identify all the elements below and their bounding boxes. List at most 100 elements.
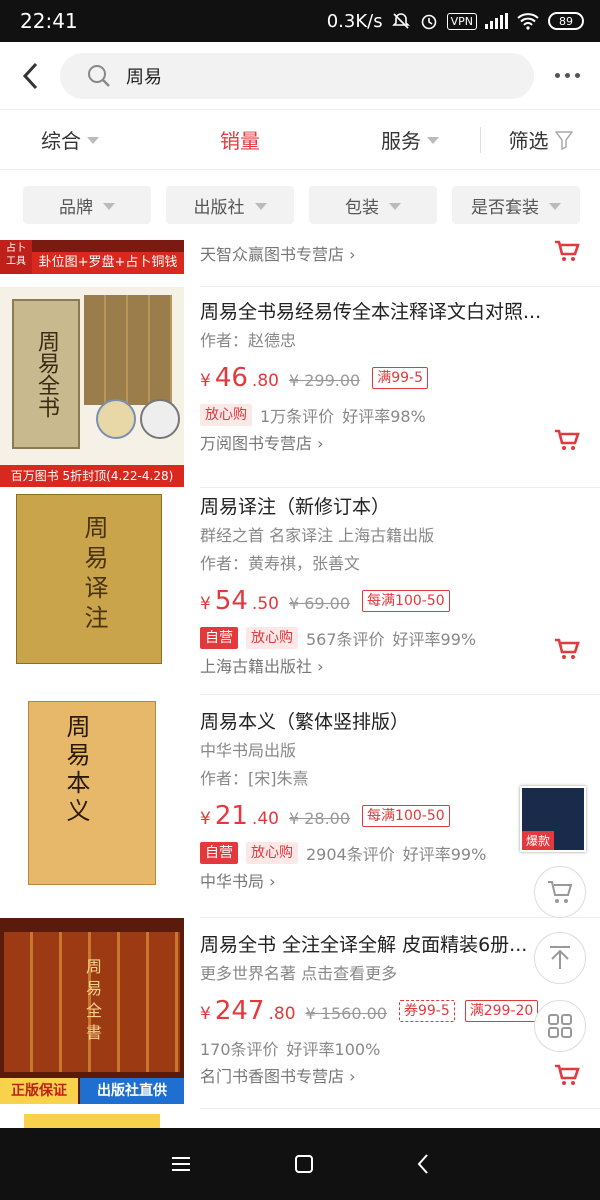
back-nav-icon[interactable] (416, 1153, 430, 1175)
list-item[interactable]: 周易全书 百万图书 5折封顶(4.22-4.28) 周易全书易经易传全本注释译文… (0, 287, 600, 487)
home-icon[interactable] (293, 1153, 315, 1175)
product-subtitle: 中华书局出版 (200, 741, 297, 760)
dropdown-arrow-icon (549, 202, 561, 210)
add-to-cart-icon[interactable] (554, 1064, 580, 1086)
original-price: ¥ 28.00 (288, 809, 351, 828)
search-icon (88, 64, 110, 87)
price-row: ¥54.50 ¥ 69.00 每满100-50 (200, 578, 590, 624)
shop-link[interactable]: 万阅图书专营店 › (200, 429, 590, 459)
book-cover-title: 周易译注 (80, 515, 108, 635)
tag-safe-buy: 放心购 (246, 627, 298, 649)
sort-service[interactable]: 服务 (340, 110, 480, 170)
price-integer: 46 (214, 363, 248, 393)
grid-view-button[interactable] (534, 1000, 586, 1052)
price-decimal: .40 (251, 809, 279, 829)
product-info: 天智众赢图书专营店 › (200, 240, 590, 270)
more-dot-icon (564, 73, 570, 78)
search-query: 周易 (126, 66, 162, 88)
product-thumbnail: 占卜 工具 卦位图+罗盘+占卜铜钱 (0, 240, 184, 274)
list-item[interactable]: 周易译注 周易译注（新修订本） 群经之首 名家译注 上海古籍出版 作者：黄寿祺，… (0, 488, 600, 694)
chevron-right-icon: › (317, 657, 324, 676)
more-menu-button[interactable] (534, 42, 600, 110)
back-button[interactable] (0, 42, 60, 110)
shop-name: 名门书香图书专营店 (200, 1067, 345, 1086)
original-price: ¥ 1560.00 (305, 1004, 387, 1023)
floating-cart-button[interactable] (534, 866, 586, 918)
product-title[interactable]: 周易全书 全注全译全解 皮面精装6册... (200, 930, 550, 960)
compass-art (96, 399, 136, 439)
chevron-right-icon: › (349, 1067, 356, 1086)
currency-symbol: ¥ (200, 371, 211, 391)
dropdown-arrow-icon (254, 202, 267, 210)
floating-ad[interactable]: 爆款 (520, 786, 586, 852)
shop-link[interactable]: 天智众赢图书专营店 › (200, 240, 590, 270)
sort-comprehensive-label: 综合 (41, 129, 81, 153)
filter-chip-set[interactable]: 是否套装 (452, 186, 580, 224)
product-thumbnail: 周易全書 正版保证 出版社直供 (0, 918, 184, 1104)
search-input[interactable]: 周易 (60, 52, 534, 99)
product-thumbnail: 周易全书 百万图书 5折封顶(4.22-4.28) (0, 287, 184, 487)
sort-comprehensive[interactable]: 综合 (0, 110, 140, 170)
tag-self-operated: 自营 (200, 627, 238, 649)
filter-funnel-icon (554, 130, 573, 150)
chip-label: 是否套装 (471, 197, 539, 218)
list-item[interactable]: 周易全書 正版保证 出版社直供 周易全书 全注全译全解 皮面精装6册... 更多… (0, 918, 600, 1108)
sort-service-label: 服务 (381, 129, 421, 153)
back-to-top-button[interactable] (534, 932, 586, 984)
tags-row: 170条评价 好评率100% (200, 1034, 590, 1062)
shop-name: 上海古籍出版社 (200, 657, 313, 676)
chip-label: 出版社 (193, 197, 245, 218)
price-integer: 54 (214, 586, 248, 616)
sort-bar: 综合 销量 服务 筛选 (0, 110, 600, 170)
review-count: 170条评价 (200, 1040, 279, 1059)
product-thumbnail: 周易译注 (0, 488, 184, 694)
product-author: 作者：赵德忠 (200, 331, 297, 350)
tags-row: 自营 放心购 567条评价 好评率99% (200, 624, 590, 652)
shop-link[interactable]: 中华书局 › (200, 867, 590, 897)
product-author: 作者：黄寿祺，张善文 (200, 554, 361, 573)
shop-link[interactable]: 上海古籍出版社 › (200, 652, 590, 682)
chip-label: 品牌 (59, 197, 93, 218)
review-count: 2904条评价 (306, 845, 395, 864)
product-list: 占卜 工具 卦位图+罗盘+占卜铜钱 天智众赢图书专营店 › 周易全书 百万图书 … (0, 240, 600, 1128)
chevron-right-icon: › (349, 245, 356, 264)
network-speed: 0.3K/s (326, 10, 383, 32)
status-bar: 22:41 0.3K/s VPN 89 (0, 0, 600, 42)
filter-chip-brand[interactable]: 品牌 (23, 186, 151, 224)
filter-chip-packaging[interactable]: 包装 (309, 186, 437, 224)
grid-icon (548, 1014, 572, 1038)
product-title[interactable]: 周易译注（新修订本） (200, 492, 590, 522)
product-title[interactable]: 周易全书易经易传全本注释译文白对照... (200, 297, 590, 327)
dropdown-arrow-icon (103, 202, 115, 210)
price-decimal: .80 (251, 371, 279, 391)
dropdown-arrow-icon (87, 137, 99, 144)
chevron-right-icon: › (317, 434, 324, 453)
product-info: 周易全书易经易传全本注释译文白对照... 作者：赵德忠 ¥46.80 ¥ 299.… (200, 297, 590, 459)
book-set-art: 周易全書 (4, 932, 180, 1072)
signal-icon (485, 13, 508, 29)
filter-chip-publisher[interactable]: 出版社 (166, 186, 294, 224)
list-item[interactable]: 占卜 工具 卦位图+罗盘+占卜铜钱 天智众赢图书专营店 › (0, 240, 600, 286)
shop-link[interactable]: 名门书香图书专营店 › (200, 1062, 590, 1092)
system-nav-bar (0, 1128, 600, 1200)
mute-bell-icon (391, 13, 410, 29)
list-item[interactable]: 周易本义 周易本义（繁体竖排版） 中华书局出版 作者：[宋]朱熹 ¥21.40 ¥… (0, 695, 600, 917)
book-cover-art: 周易译注 (16, 494, 162, 664)
add-to-cart-icon[interactable] (554, 638, 580, 660)
positive-rate: 好评率99% (392, 630, 477, 649)
shop-name: 万阅图书专营店 (200, 434, 313, 453)
menu-icon[interactable] (170, 1155, 192, 1173)
add-to-cart-icon[interactable] (554, 429, 580, 451)
add-to-cart-icon[interactable] (554, 240, 580, 262)
cart-icon (548, 881, 573, 903)
filter-button[interactable]: 筛选 (481, 110, 600, 170)
product-title[interactable]: 周易本义（繁体竖排版） (200, 707, 590, 737)
item-divider (200, 1108, 600, 1109)
sort-sales[interactable]: 销量 (140, 110, 340, 170)
vpn-badge: VPN (446, 12, 477, 30)
price-row: ¥46.80 ¥ 299.00 满99-5 (200, 355, 590, 401)
price-decimal: .80 (268, 1004, 296, 1024)
hot-badge: 爆款 (522, 831, 555, 850)
tag-safe-buy: 放心购 (246, 842, 298, 864)
dropdown-arrow-icon (389, 202, 401, 210)
